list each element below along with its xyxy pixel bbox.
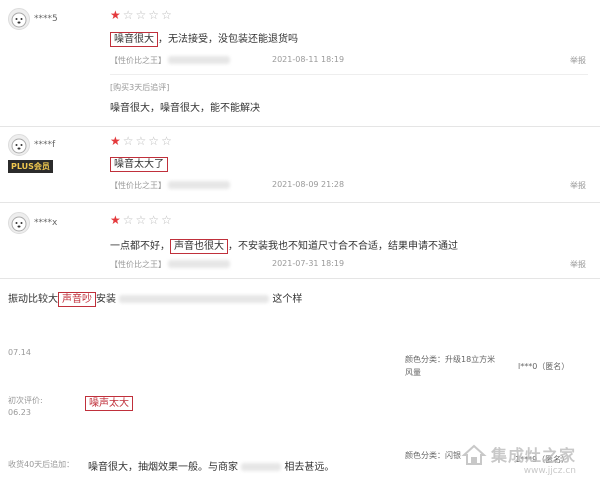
blurred-text — [119, 295, 270, 303]
highlight-keyword: 噪音很大 — [110, 32, 158, 47]
report-link[interactable]: 举报 — [570, 180, 586, 191]
report-link[interactable]: 举报 — [570, 55, 586, 66]
avatar[interactable] — [8, 134, 30, 156]
review-text: 一点都不好， — [110, 241, 170, 252]
star-empty-icon: ☆ — [161, 8, 172, 22]
site-watermark: 集成灶之家 www.jjcz.cn — [461, 442, 576, 476]
star-rating: ★ ☆ ☆ ☆ ☆ — [110, 214, 172, 226]
highlight-keyword: 噪音太大了 — [110, 157, 168, 172]
star-empty-icon: ☆ — [161, 213, 172, 227]
star-rating: ★ ☆ ☆ ☆ ☆ — [110, 9, 172, 21]
divider — [0, 202, 600, 203]
avatar[interactable] — [8, 212, 30, 234]
product-spec: 【性价比之王】 — [110, 260, 166, 269]
review-content: 噪音太大了 — [110, 155, 168, 172]
star-empty-icon: ☆ — [135, 213, 147, 227]
avatar-dog-icon — [11, 216, 27, 232]
review-text: ，不安装我也不知道尺寸合不合适，结果申请不通过 — [228, 241, 458, 252]
username: ****f — [34, 140, 56, 150]
username: ****x — [34, 218, 58, 228]
username: ****5 — [34, 14, 58, 24]
star-empty-icon: ☆ — [122, 134, 134, 148]
review-content: 振动比较大 声音吵 安装 这个样 — [8, 292, 303, 307]
star-filled-icon: ★ — [110, 134, 121, 148]
first-review-label: 初次评价: — [8, 396, 43, 405]
star-empty-icon: ☆ — [122, 8, 134, 22]
star-empty-icon: ☆ — [148, 8, 160, 22]
review-content: 一点都不好， 声音也很大 ，不安装我也不知道尺寸合不合适，结果申请不通过 — [110, 237, 458, 254]
review-content: 噪音很大 ，无法接受，没包装还能退货吗 — [110, 30, 298, 47]
blurred-spec — [168, 56, 230, 66]
highlight-keyword: 声音也很大 — [170, 239, 228, 254]
first-review-date: 06.23 — [8, 408, 31, 417]
review-text: ，无法接受，没包装还能退货吗 — [158, 34, 298, 45]
highlight-keyword: 声音吵 — [58, 292, 96, 307]
color-category: 颜色分类：闪银 — [405, 451, 461, 460]
star-empty-icon: ☆ — [135, 8, 147, 22]
star-empty-icon: ☆ — [148, 134, 160, 148]
username: l***0（匿名） — [518, 362, 570, 371]
star-empty-icon: ☆ — [135, 134, 147, 148]
first-review-content: 噪声太大 — [85, 394, 133, 411]
blurred-text — [241, 463, 282, 471]
avatar-dog-icon — [11, 138, 27, 154]
followup-text: 噪音很大，噪音很大，能不能解决 — [110, 103, 260, 114]
review-date: 07.14 — [8, 348, 31, 357]
star-empty-icon: ☆ — [161, 134, 172, 148]
review-page: ****5 ★ ☆ ☆ ☆ ☆ 噪音很大 ，无法接受，没包装还能退货吗 【性价比之… — [0, 0, 600, 492]
watermark-url: www.jjcz.cn — [523, 466, 576, 476]
review-date: 2021-08-09 21:28 — [272, 180, 345, 189]
avatar[interactable] — [8, 8, 30, 30]
blurred-spec — [168, 260, 230, 270]
watermark-title: 集成灶之家 — [490, 446, 576, 465]
star-empty-icon: ☆ — [148, 213, 160, 227]
star-filled-icon: ★ — [110, 8, 121, 22]
divider — [0, 126, 600, 127]
star-filled-icon: ★ — [110, 213, 121, 227]
color-category: 颜色分类：升级18立方米 — [405, 355, 496, 364]
product-spec: 【性价比之王】 — [110, 56, 166, 65]
review-date: 2021-08-11 18:19 — [272, 55, 345, 64]
avatar-dog-icon — [11, 12, 27, 28]
review-date: 2021-07-31 18:19 — [272, 259, 345, 268]
followup-label: 收货40天后追加： — [8, 460, 75, 469]
plus-member-badge: PLUS会员 — [8, 160, 53, 173]
star-rating: ★ ☆ ☆ ☆ ☆ — [110, 135, 172, 147]
star-empty-icon: ☆ — [122, 213, 134, 227]
house-logo-icon — [461, 444, 487, 465]
report-link[interactable]: 举报 — [570, 259, 586, 270]
divider — [0, 278, 600, 279]
highlight-keyword: 噪声太大 — [85, 396, 133, 411]
color-category-cont: 风量 — [405, 368, 421, 377]
blurred-spec — [168, 181, 230, 191]
product-spec: 【性价比之王】 — [110, 181, 166, 190]
divider — [110, 74, 588, 75]
followup-text: 噪音很大，抽烟效果一般。与商家 相去甚远。 — [88, 462, 335, 473]
